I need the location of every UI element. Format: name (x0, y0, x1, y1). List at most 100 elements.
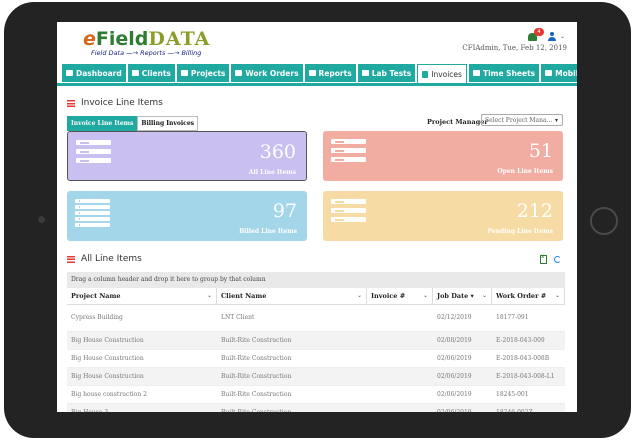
cell-project-name: Big House 3 (67, 404, 217, 412)
cell-client-name: Built-Rite Construction (221, 337, 292, 344)
user-date-line: CFIAdmin, Tue, Feb 12, 2019 (462, 44, 567, 52)
menu-icon[interactable] (67, 99, 75, 107)
card-pending-line-items[interactable]: 212 Pending Line Items (323, 191, 563, 241)
section-title: All Line Items (81, 254, 142, 264)
column-label: Client Name (221, 292, 267, 300)
grid-tools (540, 253, 561, 264)
group-drop-area[interactable]: Drag a column header and drop it here to… (67, 272, 565, 288)
card-label: Pending Line Items (487, 228, 553, 235)
tab-projects[interactable]: Projects (176, 64, 230, 82)
chevron-down-icon[interactable]: ⌄ (555, 288, 560, 304)
cell-client-name: LNT Client (221, 314, 255, 321)
logo-e: e (83, 28, 96, 50)
table-row[interactable]: Big House Construction Built-Rite Constr… (67, 350, 565, 368)
dropdown-arrow-icon: ▾ (554, 117, 558, 124)
cell-invoice (367, 404, 433, 412)
tab-label: Invoices (431, 69, 462, 79)
invoice-line-items-button[interactable]: Invoice Line Items (67, 116, 138, 131)
card-value: 97 (272, 200, 297, 222)
reports-icon (308, 70, 316, 76)
cell-invoice (367, 350, 433, 367)
column-header-project-name[interactable]: Project Name ⌄ (67, 288, 217, 304)
user-icon[interactable] (547, 32, 556, 41)
card-label: Open Line Items (497, 168, 553, 175)
card-all-line-items[interactable]: 360 All Line Items (67, 131, 307, 181)
card-value: 360 (259, 141, 296, 163)
camera-icon (38, 216, 45, 223)
menu-icon[interactable] (67, 255, 75, 263)
tab-dashboard[interactable]: Dashboard (62, 64, 126, 82)
line-items-section-header: All Line Items (67, 254, 142, 264)
card-billed-line-items[interactable]: 97 Billed Line Items (67, 191, 307, 241)
section-title: Invoice Line Items (81, 98, 163, 108)
column-label: Work Order # (496, 292, 547, 300)
cell-job-date: 02/06/2019 (433, 404, 492, 412)
column-header-client-name[interactable]: Client Name ⌄ (217, 288, 367, 304)
work-orders-icon (235, 70, 243, 76)
home-button[interactable] (590, 207, 618, 235)
mobile-view-icon (545, 70, 553, 76)
server-icon (76, 140, 111, 168)
tab-lab-tests[interactable]: Lab Tests (357, 64, 416, 82)
tab-label: Reports (318, 68, 352, 78)
tab-reports[interactable]: Reports (304, 64, 356, 82)
cell-client-name: Built-Rite Construction (217, 404, 367, 412)
bell-icon[interactable]: 4 (527, 27, 544, 41)
efielddata-logo[interactable]: eFieldDATA Field Data —→ Reports —→ Bill… (83, 29, 210, 63)
logo-data: DATA (148, 28, 211, 50)
table-row[interactable]: Cypress Building LNT Client 02/12/2019 1… (67, 305, 565, 332)
tab-work-orders[interactable]: Work Orders (231, 64, 303, 82)
grid-header: Project Name ⌄ Client Name ⌄ Invoice # ⌄ Jo… (67, 288, 565, 305)
chevron-down-icon[interactable]: ⌄ (423, 288, 428, 304)
cell-work-order: 18177-091 (496, 314, 529, 321)
dashboard-icon (66, 70, 73, 76)
chevron-down-icon[interactable]: ⌄ (560, 33, 565, 40)
notification-badge: 4 (533, 27, 544, 36)
cell-project-name: Cypress Building (71, 314, 123, 321)
time-sheets-icon (472, 70, 480, 76)
card-value: 51 (528, 140, 553, 162)
clients-icon (131, 70, 139, 76)
tab-label: Dashboard (76, 68, 122, 78)
main-nav: Dashboard Clients Projects Work Orders R… (57, 63, 577, 86)
invoice-section-header: Invoice Line Items (67, 98, 163, 108)
project-manager-label: Project Manager (427, 118, 488, 126)
billing-invoices-button[interactable]: Billing Invoices (137, 116, 199, 131)
cell-project-name: Big House Construction (71, 373, 144, 380)
column-header-work-order[interactable]: Work Order # ⌄ (492, 288, 565, 304)
refresh-icon[interactable] (554, 256, 561, 263)
tab-label: Work Orders (245, 68, 299, 78)
chevron-down-icon[interactable]: ⌄ (482, 288, 487, 304)
project-manager-select[interactable]: Select Project Mana... ▾ (481, 114, 563, 126)
line-items-grid: Drag a column header and drop it here to… (67, 272, 565, 412)
column-header-job-date[interactable]: Job Date ▾ ⌄ (433, 288, 492, 304)
cell-client-name: Built-Rite Construction (221, 355, 292, 362)
cell-work-order: 18246-002Z (492, 404, 565, 412)
cell-job-date: 02/06/2019 (437, 373, 472, 380)
card-value: 212 (516, 200, 553, 222)
tab-mobile-view[interactable]: Mobile View (541, 64, 577, 82)
tab-label: Projects (190, 68, 226, 78)
cell-project-name: Big House Construction (71, 337, 144, 344)
server-icon (331, 139, 366, 167)
table-row[interactable]: Big House Construction Built-Rite Constr… (67, 332, 565, 350)
excel-export-icon[interactable] (540, 253, 547, 264)
cell-client-name: Built-Rite Construction (221, 391, 292, 398)
card-open-line-items[interactable]: 51 Open Line Items (323, 131, 563, 181)
cell-work-order: 18245-001 (496, 391, 529, 398)
table-row[interactable]: Big House Construction Built-Rite Constr… (67, 368, 565, 386)
column-header-invoice[interactable]: Invoice # ⌄ (367, 288, 433, 304)
tab-time-sheets[interactable]: Time Sheets (468, 64, 540, 82)
tab-label: Time Sheets (482, 68, 536, 78)
tab-label: Clients (141, 68, 171, 78)
tab-clients[interactable]: Clients (127, 64, 175, 82)
table-row[interactable]: Big house construction 2 Built-Rite Cons… (67, 386, 565, 404)
view-toggle: Invoice Line Items Billing Invoices (67, 116, 199, 131)
tab-invoices[interactable]: Invoices (417, 64, 467, 83)
chevron-down-icon[interactable]: ⌄ (357, 288, 362, 304)
server-icon (331, 199, 366, 227)
header-icons: 4 ⌄ (527, 27, 565, 41)
table-row[interactable]: Big House 3 Built-Rite Construction 02/0… (67, 404, 565, 412)
cell-work-order: E-2018-043-008B (496, 355, 550, 362)
chevron-down-icon[interactable]: ⌄ (207, 288, 212, 304)
